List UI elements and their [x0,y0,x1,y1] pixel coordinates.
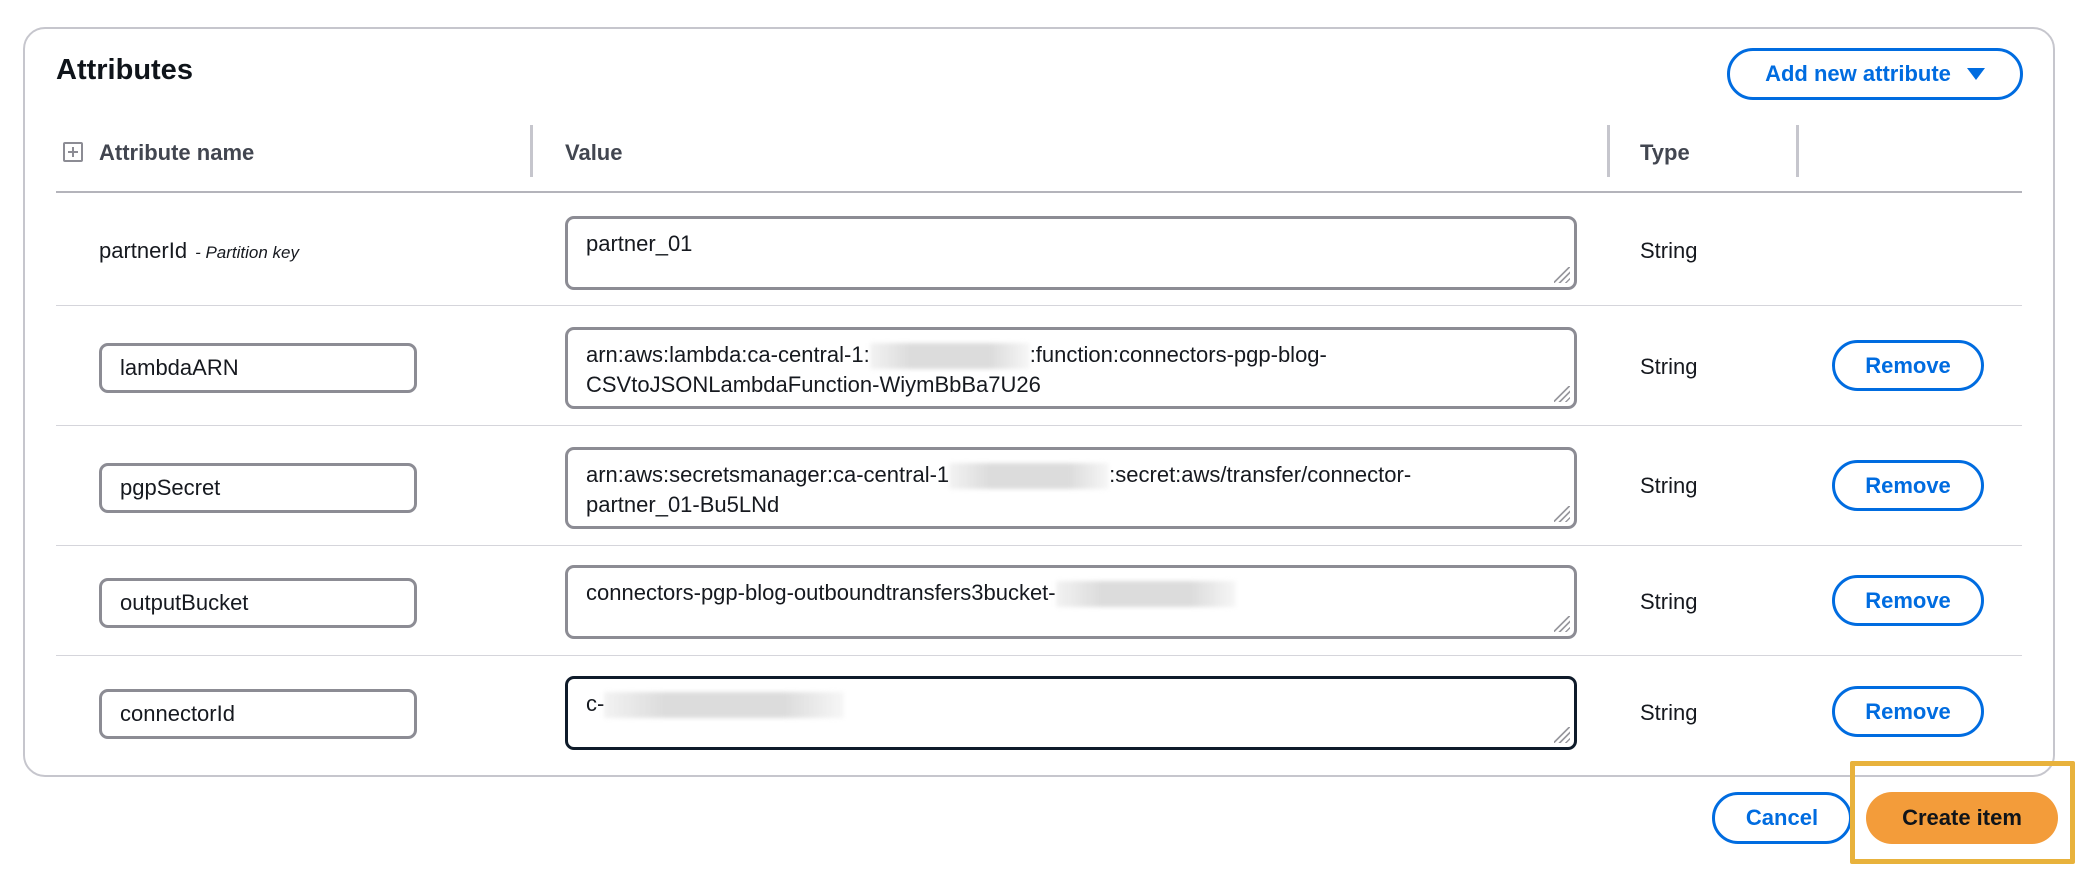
column-divider[interactable] [1607,125,1610,177]
header-attribute-name: Attribute name [99,140,255,165]
resize-grip-icon[interactable] [1554,267,1570,283]
section-title: Attributes [56,54,193,86]
attribute-value-input[interactable]: arn:aws:secretsmanager:ca-central-1 :secr… [565,447,1577,529]
row-divider [56,545,2022,546]
value-text: c- [586,691,605,716]
type-label: String [1640,589,1698,614]
attribute-value-input[interactable]: arn:aws:lambda:ca-central-1: :function:co… [565,327,1577,409]
column-divider[interactable] [1796,125,1799,177]
resize-grip-icon[interactable] [1554,727,1570,743]
remove-button[interactable]: Remove [1832,686,1984,737]
value-text: :function:connectors-pgp-blog- [1029,342,1327,367]
expand-icon[interactable] [63,142,83,162]
remove-button[interactable]: Remove [1832,460,1984,511]
resize-grip-icon[interactable] [1554,506,1570,522]
add-new-attribute-button[interactable]: Add new attribute [1727,48,2023,100]
add-new-attribute-label: Add new attribute [1765,61,1951,86]
row-divider [56,425,2022,426]
value-text: connectors-pgp-blog-outboundtransfers3bu… [586,580,1056,605]
partition-key-value-input[interactable]: partner_01 [565,216,1577,290]
value-text: partner_01 [586,231,693,256]
value-text: arn:aws:lambda:ca-central-1: [586,342,870,367]
value-text: :secret:aws/transfer/connector- [1109,462,1412,487]
partition-key-name: partnerId - Partition key [99,238,299,264]
attribute-name-input[interactable]: pgpSecret [99,463,417,513]
type-label: String [1640,473,1698,498]
create-item-button[interactable]: Create item [1866,792,2058,844]
row-divider [56,305,2022,306]
attribute-name-input[interactable]: lambdaARN [99,343,417,393]
cancel-button[interactable]: Cancel [1712,792,1852,844]
attribute-name-input[interactable]: connectorId [99,689,417,739]
type-label: String [1640,238,1698,263]
partition-key-suffix: - Partition key [195,243,299,262]
redacted-region [1055,581,1236,608]
remove-button[interactable]: Remove [1832,575,1984,626]
header-divider [56,191,2022,193]
attribute-value-input[interactable]: connectors-pgp-blog-outboundtransfers3bu… [565,565,1577,639]
remove-button[interactable]: Remove [1832,340,1984,391]
type-label: String [1640,700,1698,725]
attribute-name-input[interactable]: outputBucket [99,578,417,628]
value-text: partner_01-Bu5LNd [586,492,780,517]
column-divider[interactable] [530,125,533,177]
header-type: Type [1640,140,1690,165]
resize-grip-icon[interactable] [1554,616,1570,632]
redacted-region [869,343,1030,370]
value-text: arn:aws:secretsmanager:ca-central-1 [586,462,950,487]
header-value: Value [565,140,623,165]
caret-down-icon [1966,68,1985,80]
attribute-value-input[interactable]: c- [565,676,1577,750]
redacted-region [604,692,845,719]
type-label: String [1640,354,1698,379]
redacted-region [949,463,1110,490]
value-text: CSVtoJSONLambdaFunction-WiymBbBa7U26 [586,372,1041,397]
resize-grip-icon[interactable] [1554,386,1570,402]
row-divider [56,655,2022,656]
partition-key-label: partnerId [99,238,188,263]
